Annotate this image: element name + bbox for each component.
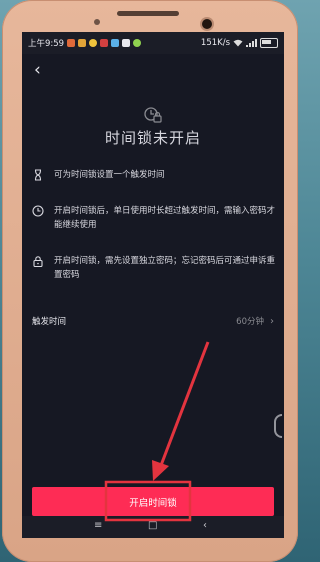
app-notification-icon xyxy=(89,39,98,47)
page-title: 时间锁未开启 xyxy=(104,129,201,147)
clock-icon xyxy=(32,205,44,217)
wifi-icon xyxy=(233,39,243,47)
hourglass-icon xyxy=(34,169,42,181)
front-camera xyxy=(202,19,212,29)
app-notification-icon xyxy=(100,39,109,47)
feature-text: 开启时间锁后，单日使用时长超过触发时间，需输入密码才能继续使用 xyxy=(54,206,276,230)
lock-icon xyxy=(33,256,43,267)
feature-text: 开启时间锁，需先设置独立密码；忘记密码后可通过申诉重置密码 xyxy=(54,256,276,280)
feature-item-trigger: 可为时间锁设置一个触发时间 xyxy=(32,168,277,182)
top-nav-bar: ‹ xyxy=(22,54,284,84)
status-right: 151K/s xyxy=(201,38,278,48)
enable-time-lock-button[interactable]: 开启时间锁 xyxy=(32,487,274,516)
notification-icons xyxy=(67,39,142,47)
battery-icon xyxy=(260,38,278,48)
feature-text: 可为时间锁设置一个触发时间 xyxy=(54,170,165,180)
earpiece-speaker xyxy=(117,11,179,16)
app-notification-icon xyxy=(67,39,76,47)
system-nav-bar: ≡ □ ‹ xyxy=(22,516,284,538)
network-speed: 151K/s xyxy=(200,38,230,48)
edge-scroll-handle xyxy=(274,414,282,438)
trigger-time-row[interactable]: 触发时间 60分钟 › xyxy=(32,313,274,329)
back-nav-icon[interactable]: ‹ xyxy=(203,520,207,531)
back-icon[interactable]: ‹ xyxy=(34,60,41,80)
app-notification-icon xyxy=(78,39,87,47)
phone-frame: 上午9:59 151K/s ‹ 时间锁未开启 可为时间锁设置一个触发时间 开启时… xyxy=(2,0,298,562)
chevron-right-icon: › xyxy=(270,315,274,327)
feature-item-password: 开启时间锁后，单日使用时长超过触发时间，需输入密码才能继续使用 xyxy=(32,204,277,232)
home-icon[interactable]: □ xyxy=(148,520,157,531)
trigger-time-value: 60分钟 xyxy=(236,317,264,327)
app-notification-icon xyxy=(133,39,142,47)
enable-time-lock-label: 开启时间锁 xyxy=(129,497,177,509)
proximity-sensor xyxy=(94,19,100,25)
app-notification-icon xyxy=(122,39,131,47)
trigger-time-label: 触发时间 xyxy=(32,317,67,327)
signal-icon xyxy=(246,39,257,47)
app-screen: 上午9:59 151K/s ‹ 时间锁未开启 可为时间锁设置一个触发时间 开启时… xyxy=(22,32,284,538)
app-notification-icon xyxy=(111,39,120,47)
feature-item-reset: 开启时间锁，需先设置独立密码；忘记密码后可通过申诉重置密码 xyxy=(32,254,277,282)
time-lock-icon xyxy=(144,107,162,123)
status-bar: 上午9:59 151K/s xyxy=(22,32,284,54)
status-time: 上午9:59 xyxy=(28,39,65,49)
menu-icon[interactable]: ≡ xyxy=(94,520,102,531)
